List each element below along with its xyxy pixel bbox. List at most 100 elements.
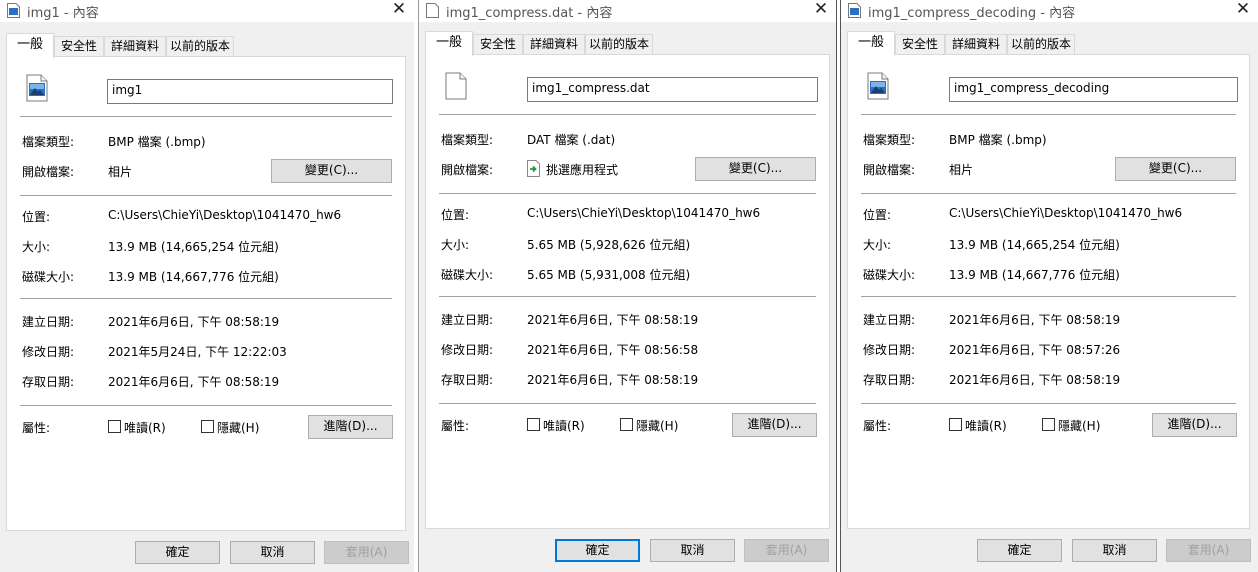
general-tab-panel: img1_compress.dat 檔案類型: DAT 檔案 (.dat) 開啟… (425, 54, 830, 529)
close-button[interactable]: ✕ (810, 0, 832, 20)
created-value: 2021年6月6日, 下午 08:58:19 (108, 315, 280, 329)
tab-previous-versions[interactable]: 以前的版本 (166, 36, 234, 57)
created-value: 2021年6月6日, 下午 08:58:19 (949, 313, 1121, 327)
opens-with-value: 相片 (108, 165, 133, 179)
size-value: 5.65 MB (5,928,626 位元組) (527, 238, 691, 252)
change-app-button[interactable]: 變更(C)... (271, 159, 392, 183)
accessed-label: 存取日期: (441, 373, 494, 387)
modified-value: 2021年6月6日, 下午 08:56:58 (527, 343, 699, 357)
created-label: 建立日期: (441, 313, 494, 327)
location-value: C:\Users\ChieYi\Desktop\1041470_hw6 (949, 206, 1183, 220)
created-label: 建立日期: (22, 315, 75, 329)
file-type-value: DAT 檔案 (.dat) (527, 133, 616, 147)
change-app-button[interactable]: 變更(C)... (1115, 157, 1236, 181)
title-image-icon (848, 3, 861, 18)
tab-previous-versions[interactable]: 以前的版本 (585, 34, 653, 55)
ok-button[interactable]: 確定 (977, 539, 1062, 562)
size-on-disk-label: 磁碟大小: (22, 270, 75, 284)
file-type-value: BMP 檔案 (.bmp) (108, 135, 206, 149)
advanced-button[interactable]: 進階(D)... (732, 413, 817, 437)
properties-window-1: img1 - 內容 ✕ 一般 安全性 詳細資料 以前的版本 img1 檔案類型:… (0, 0, 414, 572)
modified-label: 修改日期: (441, 343, 494, 357)
tab-security[interactable]: 安全性 (473, 34, 523, 55)
divider (861, 193, 1236, 194)
readonly-label[interactable]: 唯讀(R) (124, 419, 166, 436)
file-name-input[interactable]: img1_compress.dat (527, 77, 818, 102)
opens-with-value: 相片 (949, 163, 974, 177)
title-image-icon (7, 3, 20, 18)
hidden-checkbox[interactable] (201, 420, 214, 433)
file-type-label: 檔案類型: (22, 135, 75, 149)
file-type-label: 檔案類型: (441, 133, 494, 147)
attributes-label: 屬性: (441, 419, 470, 433)
readonly-checkbox[interactable] (108, 420, 121, 433)
apply-button[interactable]: 套用(A) (744, 539, 829, 562)
cancel-button[interactable]: 取消 (1072, 539, 1157, 562)
title-bar[interactable]: img1_compress_decoding - 內容 ✕ (841, 0, 1258, 22)
ok-button[interactable]: 確定 (555, 539, 640, 562)
modified-label: 修改日期: (22, 345, 75, 359)
divider (861, 114, 1236, 115)
pick-app-icon (527, 160, 540, 177)
cancel-button[interactable]: 取消 (650, 539, 735, 562)
readonly-checkbox[interactable] (527, 418, 540, 431)
title-bar[interactable]: img1 - 內容 ✕ (0, 0, 414, 22)
opens-with-label: 開啟檔案: (441, 163, 494, 177)
advanced-button[interactable]: 進階(D)... (1152, 413, 1237, 437)
location-label: 位置: (863, 208, 892, 222)
title-bar[interactable]: img1_compress.dat - 內容 ✕ (419, 0, 836, 22)
modified-label: 修改日期: (863, 343, 916, 357)
hidden-label[interactable]: 隱藏(H) (636, 417, 678, 434)
size-value: 13.9 MB (14,665,254 位元組) (108, 240, 279, 254)
hidden-label[interactable]: 隱藏(H) (1058, 417, 1100, 434)
divider (20, 116, 392, 117)
size-label: 大小: (441, 238, 470, 252)
change-app-button[interactable]: 變更(C)... (695, 157, 816, 181)
divider (439, 193, 816, 194)
tab-details[interactable]: 詳細資料 (945, 34, 1007, 55)
divider (439, 296, 816, 297)
hidden-checkbox[interactable] (620, 418, 633, 431)
tab-general[interactable]: 一般 (847, 31, 895, 56)
readonly-label[interactable]: 唯讀(R) (965, 417, 1007, 434)
divider (20, 298, 392, 299)
hidden-label[interactable]: 隱藏(H) (217, 419, 259, 436)
divider (861, 403, 1236, 404)
cancel-button[interactable]: 取消 (230, 541, 315, 564)
apply-button[interactable]: 套用(A) (324, 541, 409, 564)
readonly-checkbox[interactable] (949, 418, 962, 431)
tab-security[interactable]: 安全性 (895, 34, 945, 55)
apply-button[interactable]: 套用(A) (1166, 539, 1251, 562)
hidden-checkbox[interactable] (1042, 418, 1055, 431)
size-label: 大小: (863, 238, 892, 252)
tab-general[interactable]: 一般 (425, 31, 473, 56)
attributes-label: 屬性: (863, 419, 892, 433)
properties-window-3: img1_compress_decoding - 內容 ✕ 一般 安全性 詳細資… (840, 0, 1258, 572)
size-value: 13.9 MB (14,665,254 位元組) (949, 238, 1120, 252)
accessed-value: 2021年6月6日, 下午 08:58:19 (949, 373, 1121, 387)
tab-general[interactable]: 一般 (6, 33, 54, 58)
ok-button[interactable]: 確定 (135, 541, 220, 564)
file-name-input[interactable]: img1_compress_decoding (949, 77, 1238, 102)
tab-details[interactable]: 詳細資料 (523, 34, 585, 55)
divider (439, 114, 816, 115)
close-button[interactable]: ✕ (388, 0, 410, 20)
tab-security[interactable]: 安全性 (54, 36, 104, 57)
file-name-input[interactable]: img1 (107, 79, 393, 104)
size-on-disk-value: 13.9 MB (14,667,776 位元組) (108, 270, 279, 284)
size-label: 大小: (22, 240, 51, 254)
properties-window-2: img1_compress.dat - 內容 ✕ 一般 安全性 詳細資料 以前的… (418, 0, 837, 572)
bitmap-file-icon (867, 72, 889, 100)
readonly-label[interactable]: 唯讀(R) (543, 417, 585, 434)
tab-details[interactable]: 詳細資料 (104, 36, 166, 57)
tab-previous-versions[interactable]: 以前的版本 (1007, 34, 1075, 55)
general-tab-panel: img1_compress_decoding 檔案類型: BMP 檔案 (.bm… (847, 54, 1250, 529)
window-title: img1_compress_decoding - 內容 (868, 6, 1076, 21)
bitmap-file-icon (26, 74, 48, 102)
size-on-disk-label: 磁碟大小: (863, 268, 916, 282)
modified-value: 2021年6月6日, 下午 08:57:26 (949, 343, 1121, 357)
location-label: 位置: (441, 208, 470, 222)
close-button[interactable]: ✕ (1232, 0, 1254, 20)
accessed-value: 2021年6月6日, 下午 08:58:19 (108, 375, 280, 389)
advanced-button[interactable]: 進階(D)... (308, 415, 393, 439)
